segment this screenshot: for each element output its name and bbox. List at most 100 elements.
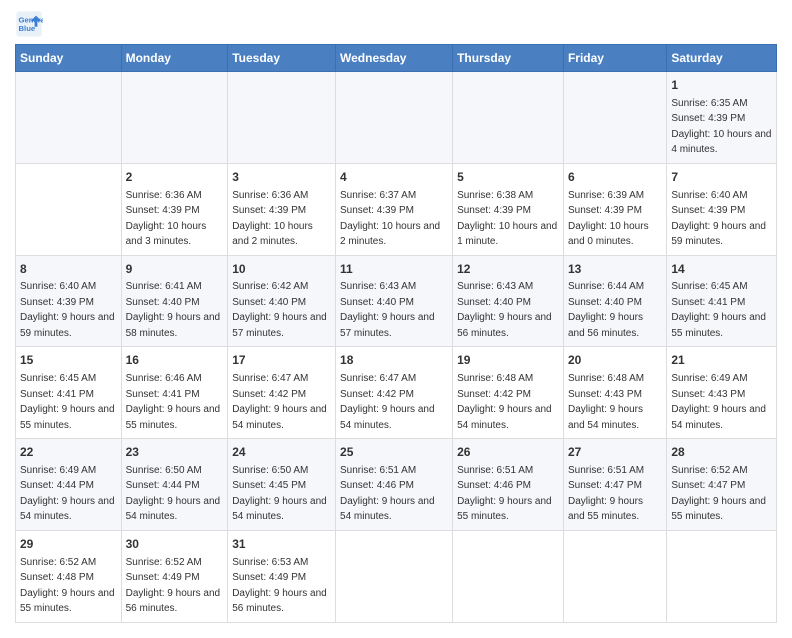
sunset-text: Sunset: 4:39 PM bbox=[457, 205, 531, 216]
calendar-cell: 15 Sunrise: 6:45 AM Sunset: 4:41 PM Dayl… bbox=[16, 347, 122, 439]
daylight-text: Daylight: 9 hours and 54 minutes. bbox=[20, 496, 115, 523]
sunset-text: Sunset: 4:39 PM bbox=[232, 205, 306, 216]
daylight-text: Daylight: 9 hours and 54 minutes. bbox=[232, 496, 327, 523]
day-number: 4 bbox=[340, 169, 448, 186]
daylight-text: Daylight: 9 hours and 55 minutes. bbox=[20, 588, 115, 615]
day-number: 15 bbox=[20, 352, 117, 369]
sunset-text: Sunset: 4:39 PM bbox=[20, 297, 94, 308]
daylight-text: Daylight: 9 hours and 57 minutes. bbox=[340, 312, 435, 339]
sunset-text: Sunset: 4:39 PM bbox=[568, 205, 642, 216]
calendar-cell: 29 Sunrise: 6:52 AM Sunset: 4:48 PM Dayl… bbox=[16, 530, 122, 622]
sunset-text: Sunset: 4:42 PM bbox=[457, 389, 531, 400]
calendar-cell: 9 Sunrise: 6:41 AM Sunset: 4:40 PM Dayli… bbox=[121, 255, 228, 347]
calendar-week-row: 8 Sunrise: 6:40 AM Sunset: 4:39 PM Dayli… bbox=[16, 255, 777, 347]
calendar-cell: 31 Sunrise: 6:53 AM Sunset: 4:49 PM Dayl… bbox=[228, 530, 336, 622]
calendar-cell: 16 Sunrise: 6:46 AM Sunset: 4:41 PM Dayl… bbox=[121, 347, 228, 439]
sunrise-text: Sunrise: 6:40 AM bbox=[20, 281, 96, 292]
sunset-text: Sunset: 4:40 PM bbox=[568, 297, 642, 308]
sunrise-text: Sunrise: 6:41 AM bbox=[126, 281, 202, 292]
day-number: 10 bbox=[232, 261, 331, 278]
calendar-cell: 5 Sunrise: 6:38 AM Sunset: 4:39 PM Dayli… bbox=[453, 163, 564, 255]
daylight-text: Daylight: 10 hours and 0 minutes. bbox=[568, 221, 649, 248]
day-number: 12 bbox=[457, 261, 559, 278]
day-number: 25 bbox=[340, 444, 448, 461]
calendar-cell: 25 Sunrise: 6:51 AM Sunset: 4:46 PM Dayl… bbox=[336, 439, 453, 531]
day-number: 24 bbox=[232, 444, 331, 461]
day-number: 18 bbox=[340, 352, 448, 369]
sunrise-text: Sunrise: 6:53 AM bbox=[232, 557, 308, 568]
sunrise-text: Sunrise: 6:50 AM bbox=[232, 465, 308, 476]
logo-icon: General Blue bbox=[15, 10, 43, 38]
sunrise-text: Sunrise: 6:49 AM bbox=[20, 465, 96, 476]
calendar-cell: 14 Sunrise: 6:45 AM Sunset: 4:41 PM Dayl… bbox=[667, 255, 777, 347]
daylight-text: Daylight: 9 hours and 56 minutes. bbox=[568, 312, 643, 339]
sunrise-text: Sunrise: 6:38 AM bbox=[457, 190, 533, 201]
day-number: 9 bbox=[126, 261, 224, 278]
column-header-wednesday: Wednesday bbox=[336, 45, 453, 72]
sunset-text: Sunset: 4:44 PM bbox=[126, 480, 200, 491]
sunset-text: Sunset: 4:39 PM bbox=[671, 205, 745, 216]
sunrise-text: Sunrise: 6:51 AM bbox=[457, 465, 533, 476]
calendar-week-row: 29 Sunrise: 6:52 AM Sunset: 4:48 PM Dayl… bbox=[16, 530, 777, 622]
sunset-text: Sunset: 4:40 PM bbox=[340, 297, 414, 308]
day-number: 28 bbox=[671, 444, 772, 461]
page-header: General Blue bbox=[15, 10, 777, 38]
daylight-text: Daylight: 9 hours and 54 minutes. bbox=[126, 496, 221, 523]
sunset-text: Sunset: 4:44 PM bbox=[20, 480, 94, 491]
calendar-cell: 12 Sunrise: 6:43 AM Sunset: 4:40 PM Dayl… bbox=[453, 255, 564, 347]
calendar-cell bbox=[453, 72, 564, 164]
calendar-cell: 22 Sunrise: 6:49 AM Sunset: 4:44 PM Dayl… bbox=[16, 439, 122, 531]
sunset-text: Sunset: 4:49 PM bbox=[126, 572, 200, 583]
logo: General Blue bbox=[15, 10, 47, 38]
column-header-monday: Monday bbox=[121, 45, 228, 72]
calendar-cell bbox=[336, 530, 453, 622]
sunrise-text: Sunrise: 6:50 AM bbox=[126, 465, 202, 476]
day-number: 3 bbox=[232, 169, 331, 186]
calendar-cell: 2 Sunrise: 6:36 AM Sunset: 4:39 PM Dayli… bbox=[121, 163, 228, 255]
sunrise-text: Sunrise: 6:51 AM bbox=[340, 465, 416, 476]
daylight-text: Daylight: 9 hours and 56 minutes. bbox=[126, 588, 221, 615]
day-number: 23 bbox=[126, 444, 224, 461]
sunrise-text: Sunrise: 6:43 AM bbox=[340, 281, 416, 292]
sunset-text: Sunset: 4:48 PM bbox=[20, 572, 94, 583]
day-number: 22 bbox=[20, 444, 117, 461]
sunrise-text: Sunrise: 6:36 AM bbox=[232, 190, 308, 201]
calendar-header-row: SundayMondayTuesdayWednesdayThursdayFrid… bbox=[16, 45, 777, 72]
daylight-text: Daylight: 9 hours and 56 minutes. bbox=[457, 312, 552, 339]
sunset-text: Sunset: 4:41 PM bbox=[671, 297, 745, 308]
daylight-text: Daylight: 9 hours and 54 minutes. bbox=[232, 404, 327, 431]
sunset-text: Sunset: 4:49 PM bbox=[232, 572, 306, 583]
day-number: 8 bbox=[20, 261, 117, 278]
sunset-text: Sunset: 4:40 PM bbox=[457, 297, 531, 308]
sunrise-text: Sunrise: 6:44 AM bbox=[568, 281, 644, 292]
column-header-saturday: Saturday bbox=[667, 45, 777, 72]
calendar-week-row: 15 Sunrise: 6:45 AM Sunset: 4:41 PM Dayl… bbox=[16, 347, 777, 439]
calendar-cell bbox=[121, 72, 228, 164]
sunset-text: Sunset: 4:42 PM bbox=[340, 389, 414, 400]
calendar-cell: 21 Sunrise: 6:49 AM Sunset: 4:43 PM Dayl… bbox=[667, 347, 777, 439]
calendar-cell: 23 Sunrise: 6:50 AM Sunset: 4:44 PM Dayl… bbox=[121, 439, 228, 531]
calendar-cell: 3 Sunrise: 6:36 AM Sunset: 4:39 PM Dayli… bbox=[228, 163, 336, 255]
sunrise-text: Sunrise: 6:36 AM bbox=[126, 190, 202, 201]
calendar-cell: 18 Sunrise: 6:47 AM Sunset: 4:42 PM Dayl… bbox=[336, 347, 453, 439]
daylight-text: Daylight: 9 hours and 58 minutes. bbox=[126, 312, 221, 339]
svg-text:Blue: Blue bbox=[19, 24, 36, 33]
day-number: 14 bbox=[671, 261, 772, 278]
sunrise-text: Sunrise: 6:52 AM bbox=[20, 557, 96, 568]
calendar-cell bbox=[16, 72, 122, 164]
column-header-tuesday: Tuesday bbox=[228, 45, 336, 72]
calendar-cell bbox=[228, 72, 336, 164]
calendar-cell bbox=[563, 530, 666, 622]
calendar-cell bbox=[563, 72, 666, 164]
day-number: 17 bbox=[232, 352, 331, 369]
calendar-cell: 27 Sunrise: 6:51 AM Sunset: 4:47 PM Dayl… bbox=[563, 439, 666, 531]
sunset-text: Sunset: 4:42 PM bbox=[232, 389, 306, 400]
sunset-text: Sunset: 4:39 PM bbox=[126, 205, 200, 216]
daylight-text: Daylight: 10 hours and 3 minutes. bbox=[126, 221, 207, 248]
sunset-text: Sunset: 4:46 PM bbox=[457, 480, 531, 491]
sunset-text: Sunset: 4:43 PM bbox=[671, 389, 745, 400]
day-number: 29 bbox=[20, 536, 117, 553]
calendar-cell bbox=[336, 72, 453, 164]
calendar-cell: 10 Sunrise: 6:42 AM Sunset: 4:40 PM Dayl… bbox=[228, 255, 336, 347]
calendar-cell: 26 Sunrise: 6:51 AM Sunset: 4:46 PM Dayl… bbox=[453, 439, 564, 531]
